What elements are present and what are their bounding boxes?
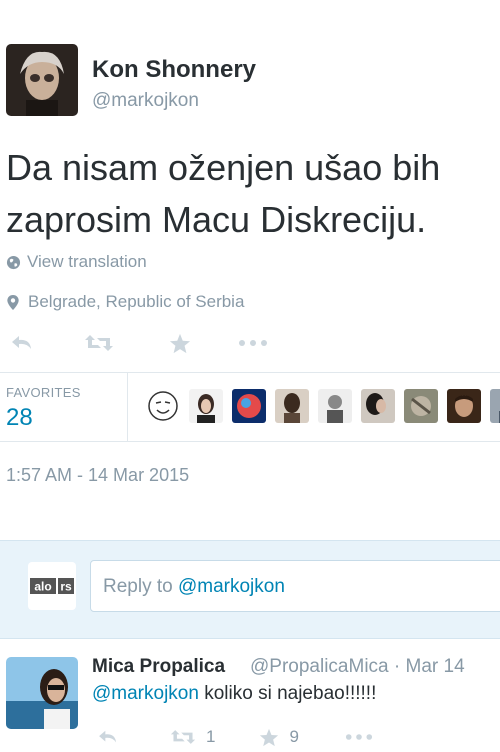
favorite-button[interactable] (168, 328, 192, 358)
favoriter-avatar[interactable] (189, 389, 223, 423)
reply-text-body: koliko si najebao!!!!!! (204, 683, 377, 704)
star-icon (260, 728, 279, 746)
location-row[interactable]: Belgrade, Republic of Serbia (6, 292, 244, 312)
reply-favorite-button[interactable]: 9 (259, 722, 299, 752)
reply-mention-link[interactable]: @markojkon (92, 683, 199, 704)
reply-retweet-button[interactable]: 1 (170, 722, 215, 752)
reply-button[interactable] (8, 328, 36, 358)
favoriter-avatars (146, 389, 500, 423)
globe-icon (6, 255, 21, 269)
more-icon (345, 734, 373, 740)
svg-text:alo: alo (34, 580, 51, 594)
stats-vertical-divider (127, 373, 128, 441)
reply-tweet-actions: 1 9 (96, 722, 373, 752)
stats-bottom-divider (0, 441, 500, 442)
reply-tweet-text: @markojkon koliko si najebao!!!!!! (92, 683, 376, 705)
reply-author-avatar[interactable] (6, 657, 78, 729)
retweet-icon (85, 335, 113, 351)
author-name[interactable]: Kon Shonnery (92, 56, 256, 84)
reply-input[interactable]: Reply to @markojkon (90, 560, 500, 612)
favorites-label[interactable]: FAVORITES (6, 385, 81, 400)
more-icon (239, 340, 267, 346)
favoriter-avatar[interactable] (146, 389, 180, 423)
reply-input-prefix: Reply to (103, 576, 173, 597)
retweet-button[interactable] (84, 328, 114, 358)
tweet-timestamp[interactable]: 1:57 AM - 14 Mar 2015 (6, 465, 189, 486)
favoriter-avatar[interactable] (490, 389, 500, 423)
tweet-text: Da nisam oženjen ušao bih zaprosim Macu … (6, 142, 500, 246)
favoriter-avatar[interactable] (275, 389, 309, 423)
view-translation-link[interactable]: View translation (6, 252, 147, 272)
favorite-count: 9 (289, 727, 299, 746)
tweet-text-line1: Da nisam oženjen ušao bih (6, 147, 441, 188)
reply-reply-button[interactable] (96, 722, 120, 752)
stats-top-divider (0, 372, 500, 373)
svg-text:rs: rs (60, 580, 72, 594)
retweet-count: 1 (206, 727, 216, 746)
favorites-count[interactable]: 28 (6, 404, 33, 432)
current-user-avatar[interactable]: alo rs (28, 562, 76, 610)
reply-icon (12, 336, 31, 349)
reply-input-mention: @markojkon (177, 576, 285, 597)
author-avatar[interactable] (6, 44, 78, 116)
favoriter-avatar[interactable] (232, 389, 266, 423)
reply-author-handle-date[interactable]: @PropalicaMica · Mar 14 (250, 656, 465, 678)
favoriter-avatar[interactable] (318, 389, 352, 423)
reply-area-divider (0, 638, 500, 639)
more-button[interactable] (238, 328, 268, 358)
favoriter-avatar[interactable] (361, 389, 395, 423)
reply-icon (99, 730, 116, 743)
view-translation-label: View translation (27, 252, 147, 271)
reply-more-button[interactable] (345, 722, 373, 752)
location-pin-icon (7, 294, 19, 310)
alo-rs-logo: alo rs (30, 578, 74, 594)
retweet-icon (170, 730, 196, 744)
tweet-text-line2: zaprosim Macu Diskreciju. (6, 199, 427, 240)
author-handle[interactable]: @markojkon (92, 90, 199, 112)
star-icon (169, 333, 191, 353)
favoriter-avatar[interactable] (404, 389, 438, 423)
reply-author-name[interactable]: Mica Propalica (92, 656, 225, 678)
tweet-actions (8, 328, 268, 358)
location-label: Belgrade, Republic of Serbia (28, 292, 245, 311)
favoriter-avatar[interactable] (447, 389, 481, 423)
